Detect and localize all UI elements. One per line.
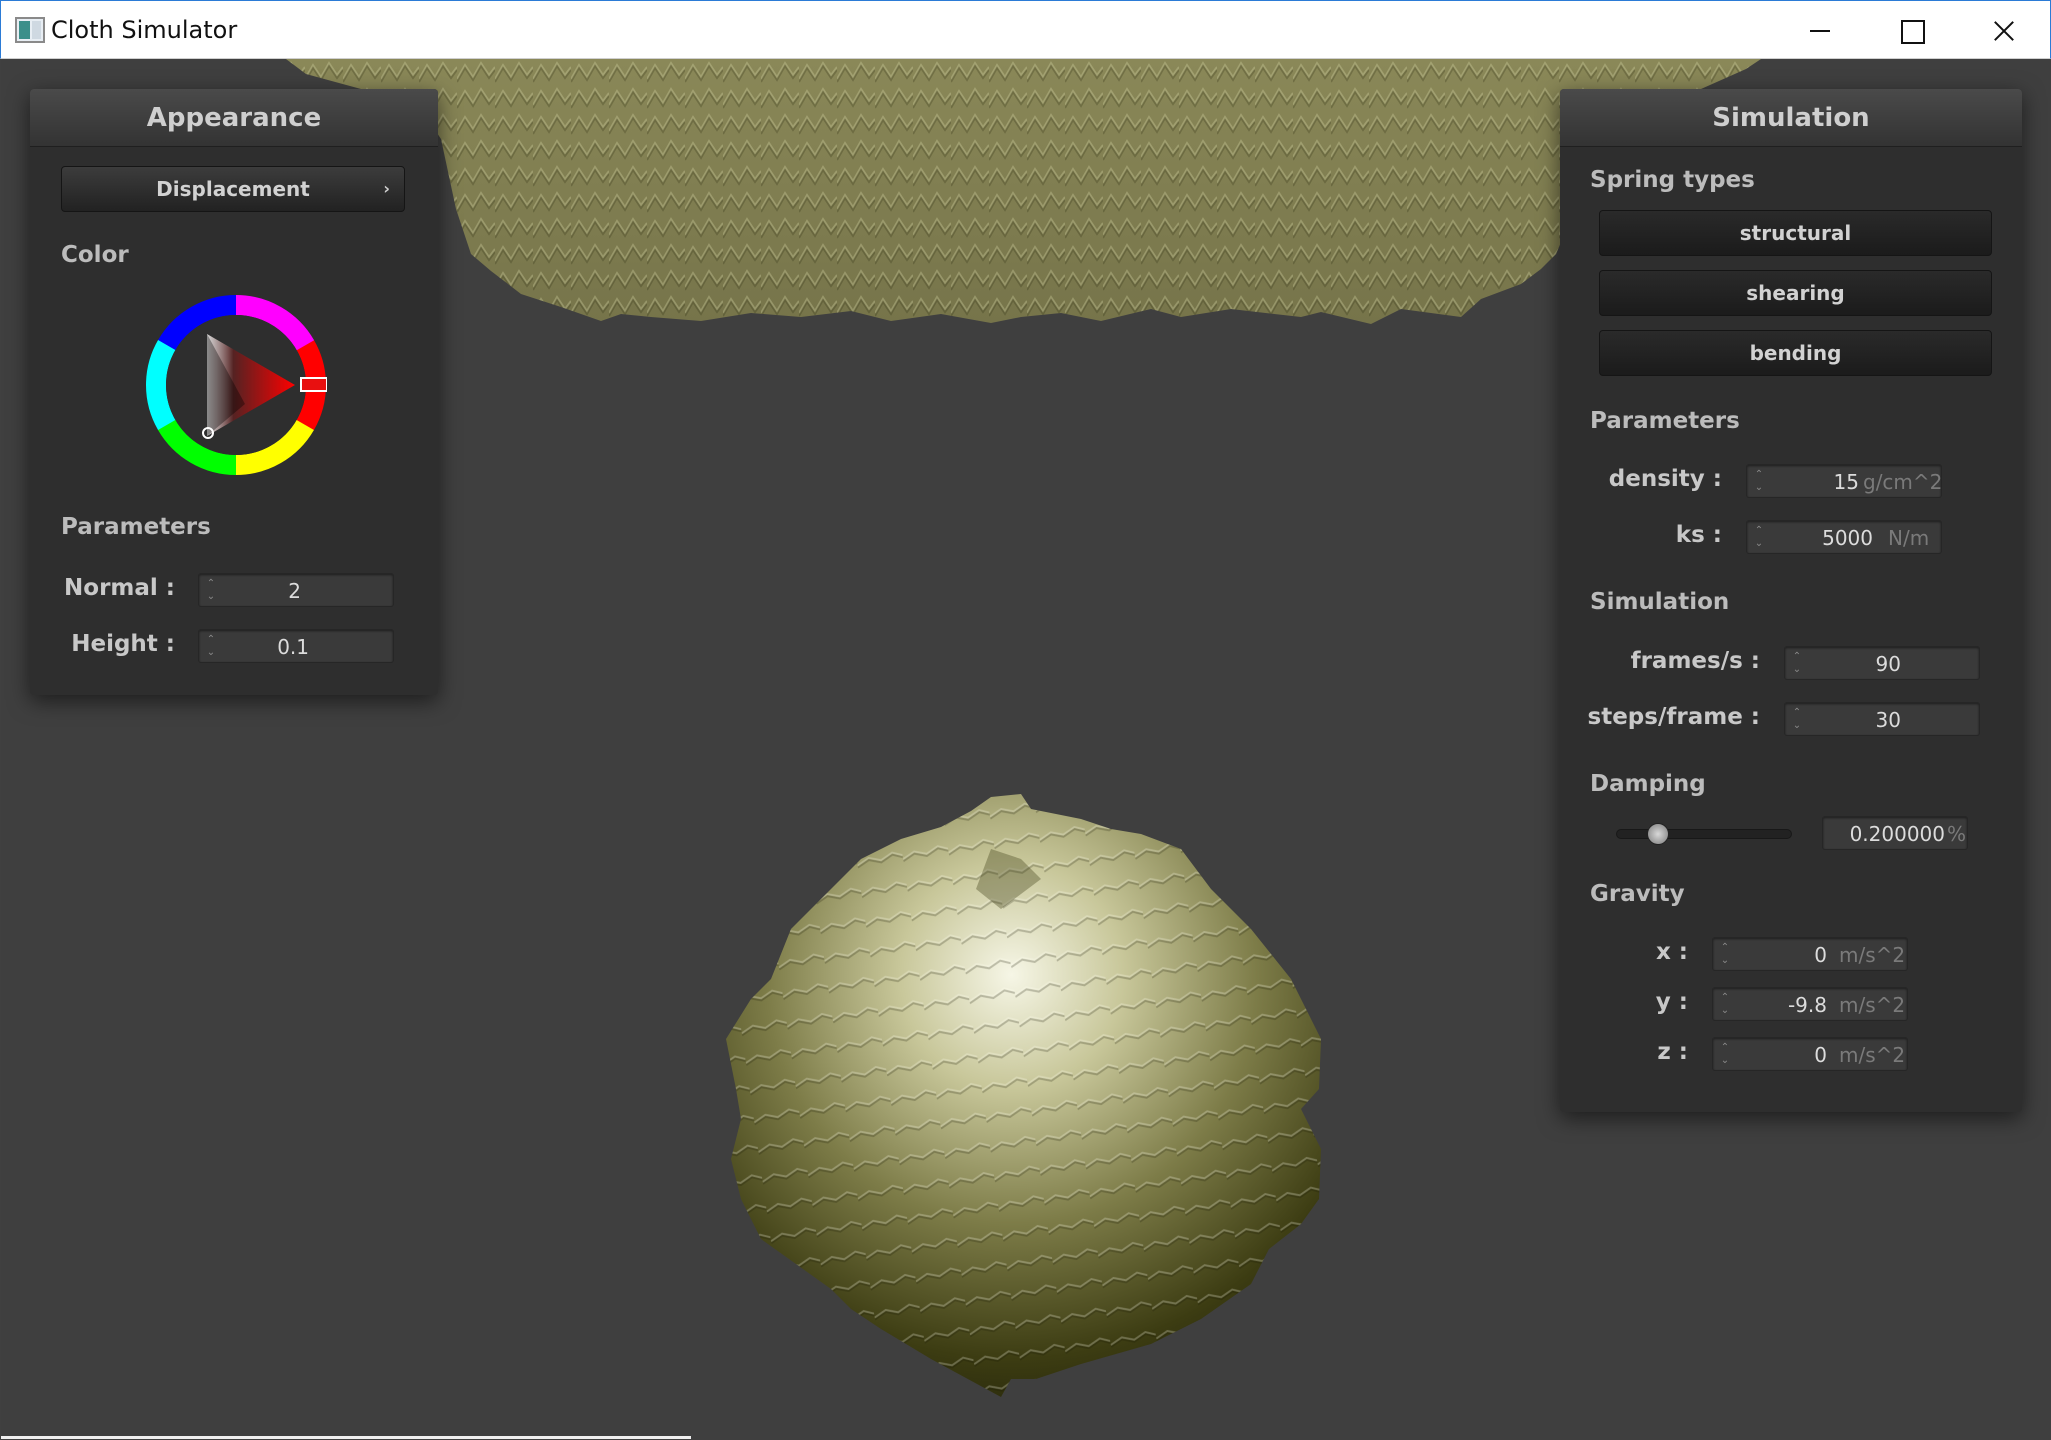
ks-value: 5000 xyxy=(1822,526,1873,550)
chevron-right-icon: › xyxy=(383,179,390,198)
height-value: 0.1 xyxy=(277,635,309,659)
normal-field[interactable]: ⌃ ⌄ 2 xyxy=(198,573,394,607)
sim-parameters-label: Parameters xyxy=(1590,408,1740,434)
appearance-header: Appearance xyxy=(30,89,438,147)
gravity-x-label: x : xyxy=(1655,939,1688,965)
gravity-z-value: 0 xyxy=(1814,1043,1827,1067)
viewport-bottom-edge xyxy=(1,1436,691,1439)
simulation-header: Simulation xyxy=(1560,89,2022,147)
structural-button[interactable]: structural xyxy=(1599,210,1992,256)
damping-field[interactable]: 0.200000 % xyxy=(1822,816,1968,850)
ks-label: ks : xyxy=(1675,522,1722,548)
shearing-button[interactable]: shearing xyxy=(1599,270,1992,316)
spinner-icon[interactable]: ⌃ ⌄ xyxy=(205,633,217,659)
spinner-icon[interactable]: ⌃ ⌄ xyxy=(1753,524,1765,550)
normal-value: 2 xyxy=(288,579,301,603)
bending-button[interactable]: bending xyxy=(1599,330,1992,376)
color-wheel[interactable] xyxy=(145,294,328,476)
spinner-icon[interactable]: ⌃ ⌄ xyxy=(205,577,217,603)
gravity-y-label: y : xyxy=(1655,989,1688,1015)
gravity-y-value: -9.8 xyxy=(1787,993,1827,1017)
density-label: density : xyxy=(1608,466,1722,492)
height-field[interactable]: ⌃ ⌄ 0.1 xyxy=(198,629,394,663)
spinner-icon[interactable]: ⌃ ⌄ xyxy=(1719,941,1731,967)
gravity-z-label: z : xyxy=(1657,1039,1688,1065)
damping-slider[interactable] xyxy=(1616,823,1792,845)
simulation-section-label: Simulation xyxy=(1590,589,1730,615)
maximize-button[interactable] xyxy=(1865,1,1957,59)
appearance-panel: Appearance Displacement › Color Paramete… xyxy=(30,89,438,695)
spring-types-label: Spring types xyxy=(1590,167,1755,193)
spinner-icon[interactable]: ⌃ ⌄ xyxy=(1719,991,1731,1017)
gravity-z-unit: m/s^2 xyxy=(1839,1043,1906,1067)
density-field[interactable]: ⌃ ⌄ 15 g/cm^2 xyxy=(1746,464,1942,498)
spinner-icon[interactable]: ⌃ ⌄ xyxy=(1791,650,1803,676)
damping-slider-track[interactable] xyxy=(1616,829,1792,839)
density-unit: g/cm^2 xyxy=(1863,470,1943,494)
spinner-icon[interactable]: ⌃ ⌄ xyxy=(1753,468,1765,494)
spinner-icon[interactable]: ⌃ ⌄ xyxy=(1719,1041,1731,1067)
density-value: 15 xyxy=(1833,470,1859,494)
shader-select-label: Displacement xyxy=(156,177,310,201)
gravity-y-unit: m/s^2 xyxy=(1839,993,1906,1017)
window-title: Cloth Simulator xyxy=(51,16,238,44)
fps-value: 90 xyxy=(1875,652,1901,676)
shader-select[interactable]: Displacement › xyxy=(61,166,405,212)
close-button[interactable] xyxy=(1957,1,2049,59)
steps-value: 30 xyxy=(1875,708,1901,732)
app-icon xyxy=(15,17,45,43)
color-section-label: Color xyxy=(61,242,129,268)
damping-label: Damping xyxy=(1590,771,1706,797)
fps-field[interactable]: ⌃ ⌄ 90 xyxy=(1784,646,1980,680)
appearance-parameters-label: Parameters xyxy=(61,514,211,540)
height-label: Height : xyxy=(71,631,175,657)
steps-field[interactable]: ⌃ ⌄ 30 xyxy=(1784,702,1980,736)
gravity-x-field[interactable]: ⌃ ⌄ 0 m/s^2 xyxy=(1712,937,1908,971)
damping-value: 0.200000 xyxy=(1849,822,1945,846)
ks-unit: N/m xyxy=(1888,526,1930,550)
spinner-icon[interactable]: ⌃ ⌄ xyxy=(1791,706,1803,732)
damping-slider-knob[interactable] xyxy=(1647,823,1669,845)
damping-unit: % xyxy=(1947,822,1967,846)
gravity-label: Gravity xyxy=(1590,881,1685,907)
normal-label: Normal : xyxy=(64,575,175,601)
minimize-button[interactable] xyxy=(1773,1,1865,59)
ks-field[interactable]: ⌃ ⌄ 5000 N/m xyxy=(1746,520,1942,554)
simulation-panel: Simulation Spring types structural shear… xyxy=(1560,89,2022,1112)
gravity-x-value: 0 xyxy=(1814,943,1827,967)
gravity-y-field[interactable]: ⌃ ⌄ -9.8 m/s^2 xyxy=(1712,987,1908,1021)
title-bar: Cloth Simulator xyxy=(0,0,2051,59)
gravity-z-field[interactable]: ⌃ ⌄ 0 m/s^2 xyxy=(1712,1037,1908,1071)
gravity-x-unit: m/s^2 xyxy=(1839,943,1906,967)
steps-label: steps/frame : xyxy=(1587,704,1760,730)
fps-label: frames/s : xyxy=(1630,648,1760,674)
